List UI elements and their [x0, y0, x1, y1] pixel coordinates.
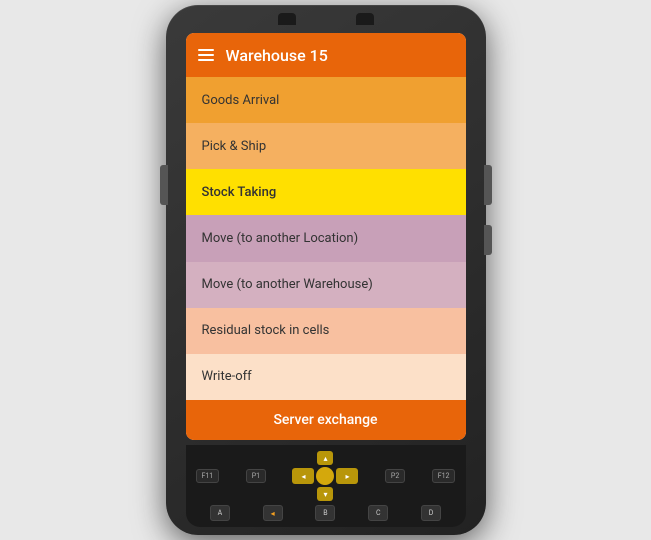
- nav-cluster: ◂ ▴ ▾ ▸: [292, 451, 358, 501]
- menu-list: Goods Arrival Pick & Ship Stock Taking M…: [186, 77, 466, 400]
- side-button-right-upper[interactable]: [484, 165, 492, 205]
- nav-left-button[interactable]: ◂: [292, 468, 314, 484]
- side-button-left[interactable]: [160, 165, 168, 205]
- key-c[interactable]: C: [368, 505, 388, 521]
- nav-down-button[interactable]: ▾: [317, 487, 333, 501]
- keypad: F11 P1 ◂ ▴ ▾ ▸ P2: [186, 445, 466, 527]
- f12-key[interactable]: F12: [432, 469, 456, 483]
- screen-outer: Warehouse 15 Goods Arrival Pick & Ship S…: [186, 33, 466, 440]
- keypad-row-top: F11 P1 ◂ ▴ ▾ ▸ P2: [190, 451, 462, 501]
- menu-item-move-warehouse[interactable]: Move (to another Warehouse): [186, 262, 466, 308]
- handheld-device: Warehouse 15 Goods Arrival Pick & Ship S…: [166, 5, 486, 535]
- header-title: Warehouse 15: [226, 46, 328, 65]
- arrow-right-icon: ▸: [345, 472, 349, 481]
- arrow-left-small-icon: ◂: [271, 509, 275, 518]
- screen: Warehouse 15 Goods Arrival Pick & Ship S…: [186, 33, 466, 440]
- side-button-right-lower[interactable]: [484, 225, 492, 255]
- menu-item-write-off[interactable]: Write-off: [186, 354, 466, 400]
- nav-center-button[interactable]: [316, 467, 334, 485]
- menu-item-move-location[interactable]: Move (to another Location): [186, 215, 466, 261]
- server-exchange-button[interactable]: Server exchange: [186, 400, 466, 440]
- arrow-down-icon: ▾: [323, 490, 327, 499]
- menu-item-pick-ship[interactable]: Pick & Ship: [186, 123, 466, 169]
- bump-left: [278, 13, 296, 25]
- key-b-label[interactable]: B: [315, 505, 335, 521]
- top-bumps: [278, 13, 374, 25]
- nav-right-button[interactable]: ▸: [336, 468, 358, 484]
- menu-item-goods-arrival[interactable]: Goods Arrival: [186, 77, 466, 123]
- menu-item-residual-stock[interactable]: Residual stock in cells: [186, 308, 466, 354]
- menu-item-stock-taking[interactable]: Stock Taking: [186, 169, 466, 215]
- key-d[interactable]: D: [421, 505, 441, 521]
- p2-key[interactable]: P2: [385, 469, 405, 483]
- p1-key[interactable]: P1: [246, 469, 266, 483]
- keypad-row-bottom: A ◂ B C D: [190, 505, 462, 521]
- bump-right: [356, 13, 374, 25]
- key-a[interactable]: A: [210, 505, 230, 521]
- hamburger-menu-button[interactable]: [198, 49, 214, 61]
- nav-up-button[interactable]: ▴: [317, 451, 333, 465]
- f11-key[interactable]: F11: [196, 469, 220, 483]
- arrow-up-icon: ▴: [323, 454, 327, 463]
- app-header: Warehouse 15: [186, 33, 466, 77]
- key-b: ◂: [263, 505, 283, 521]
- arrow-left-icon: ◂: [301, 472, 305, 481]
